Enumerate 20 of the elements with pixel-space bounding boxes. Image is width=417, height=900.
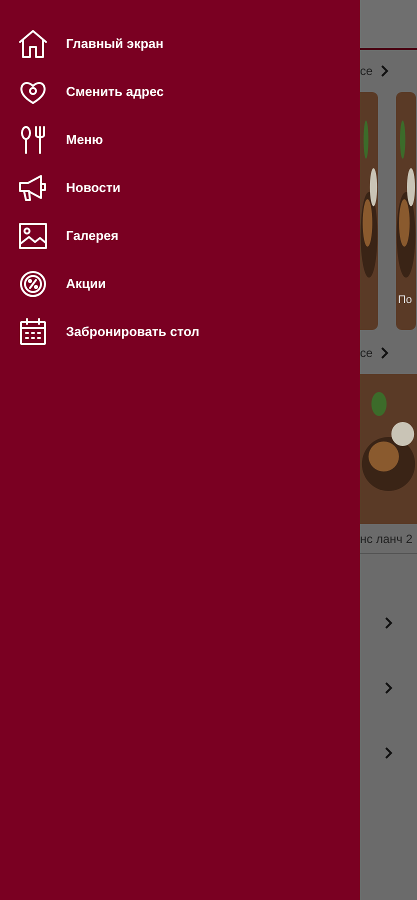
drawer-item[interactable]: Сменить адрес <box>0 74 360 110</box>
drawer-item[interactable]: Забронировать стол <box>0 314 360 350</box>
chevron-right-icon <box>385 746 393 758</box>
drawer-item[interactable]: Галерея <box>0 218 360 254</box>
percent-badge-icon <box>17 268 49 300</box>
drawer-item[interactable]: Акции <box>0 266 360 302</box>
image-icon <box>17 220 49 252</box>
drawer-item[interactable]: Главный экран <box>0 26 360 62</box>
drawer-item[interactable]: Меню <box>0 122 360 158</box>
chevron-right-icon <box>380 65 389 77</box>
card-caption: По <box>398 293 412 308</box>
card-caption: нс ланч 2 <box>360 524 417 554</box>
chevron-right-icon <box>380 347 389 359</box>
app-bar <box>360 0 417 50</box>
chevron-right-icon <box>385 682 393 694</box>
house-icon <box>17 28 49 60</box>
megaphone-icon <box>17 172 49 204</box>
chevron-right-icon <box>385 616 393 628</box>
drawer-item[interactable]: Новости <box>0 170 360 206</box>
calendar-icon <box>17 316 49 348</box>
